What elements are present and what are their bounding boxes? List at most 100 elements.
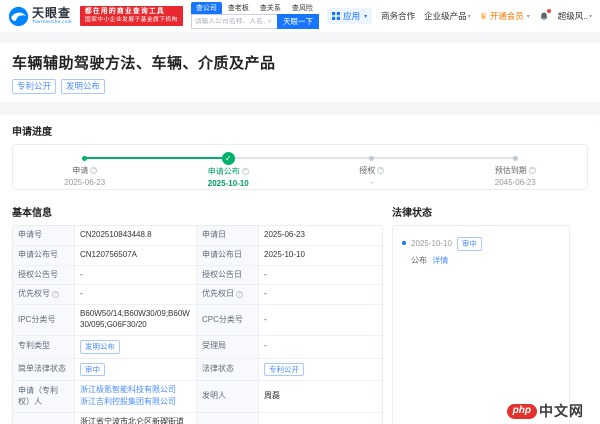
page-title: 车辆辅助驾驶方法、车辆、介质及产品 bbox=[12, 55, 276, 72]
user-name: 超级风.. bbox=[557, 11, 588, 21]
tab-search-risk[interactable]: 查风险 bbox=[287, 2, 318, 14]
nav-enterprise-products[interactable]: 企业级产品 ▾ bbox=[424, 10, 471, 22]
timeline-dot bbox=[369, 156, 375, 162]
tab-search-relation[interactable]: 查关系 bbox=[255, 2, 286, 14]
logo-domain: TianYanCha.com bbox=[32, 19, 72, 25]
chevron-down-icon: ▾ bbox=[526, 13, 530, 20]
patent-title-section: 车辆辅助驾驶方法、车辆、介质及产品 专利公开 发明公布 bbox=[0, 43, 600, 103]
legal-status-heading: 法律状态 bbox=[392, 208, 432, 220]
step-label: 授权 bbox=[359, 166, 376, 176]
legal-status-section: 法律状态 2025-10-10 审中 公布 详情 bbox=[392, 200, 570, 424]
banner-line2: 国家中小企业发展子基金旗下机构 bbox=[84, 16, 178, 23]
basic-info-table: 申请号 CN202510843448.8 申请日 2025-06-23 申请公布… bbox=[12, 225, 383, 424]
info-label: 法律状态 bbox=[197, 358, 259, 382]
divider-band bbox=[0, 102, 600, 116]
info-value: - bbox=[259, 285, 382, 306]
nav-open-membership[interactable]: ♛ 开通会员 ▾ bbox=[480, 10, 530, 22]
timeline-dot bbox=[82, 156, 88, 162]
patent-tag-invention: 发明公布 bbox=[61, 79, 106, 95]
patent-tag-public: 专利公开 bbox=[12, 79, 57, 95]
info-icon[interactable]: ? bbox=[377, 167, 385, 175]
basic-info-heading: 基本信息 bbox=[12, 208, 52, 220]
nav-business-cooperation[interactable]: 商务合作 bbox=[381, 10, 415, 22]
tianyancha-logo[interactable]: 天眼查 TianYanCha.com bbox=[8, 6, 72, 27]
info-label: 受理局 bbox=[197, 335, 259, 359]
info-icon[interactable]: ? bbox=[241, 168, 249, 176]
apps-label: 应用 bbox=[343, 11, 361, 21]
legal-status-item: 2025-10-10 审中 公布 详情 bbox=[402, 237, 560, 266]
info-icon[interactable]: ? bbox=[528, 167, 536, 175]
info-value: 周磊 bbox=[259, 381, 382, 413]
banner-line1: 都在用的商业查询工具 bbox=[84, 8, 165, 16]
info-value: 审中 bbox=[75, 358, 197, 382]
step-label: 申请公布 bbox=[207, 167, 240, 177]
logo-name: 天眼查 bbox=[32, 6, 72, 21]
info-value: 专利公开 bbox=[259, 358, 382, 382]
search-button[interactable]: 天眼一下 bbox=[277, 14, 320, 29]
search-input[interactable] bbox=[194, 18, 266, 25]
status-tag: 审中 bbox=[456, 237, 482, 251]
company-link[interactable]: 浙江极氪智能科技有限公司 bbox=[80, 385, 176, 396]
enterprise-label: 企业级产品 bbox=[424, 11, 467, 21]
user-account-menu[interactable]: 超级风.. ▾ bbox=[558, 10, 592, 22]
header-search: 查公司 查老板 查关系 查风险 × 天眼一下 bbox=[190, 2, 320, 29]
grid-icon bbox=[332, 12, 341, 20]
info-label: 简单法律状态 bbox=[13, 358, 75, 382]
step-label: 申请 bbox=[72, 166, 89, 176]
info-icon[interactable]: ? bbox=[52, 291, 59, 299]
timeline-step-application: 申请? 2025-06-23 bbox=[13, 145, 157, 189]
label-text: 优先权号 bbox=[18, 289, 50, 299]
info-value: 发明公布 bbox=[75, 335, 197, 359]
info-value: - bbox=[259, 305, 382, 336]
info-label: 邮编 bbox=[197, 412, 259, 424]
progress-heading: 申请进度 bbox=[12, 127, 52, 139]
info-label: 授权公告日 bbox=[197, 265, 259, 286]
tab-search-boss[interactable]: 查老板 bbox=[223, 2, 254, 14]
info-value: 315899 bbox=[259, 412, 382, 424]
patent-tags: 专利公开 发明公布 bbox=[12, 79, 588, 95]
notifications-button[interactable] bbox=[539, 8, 551, 22]
info-value: CN120756507A bbox=[75, 245, 197, 266]
info-label: CPC分类号 bbox=[197, 305, 259, 336]
membership-label: 开通会员 bbox=[489, 11, 524, 21]
status-dot bbox=[402, 241, 406, 246]
chevron-down-icon: ▾ bbox=[467, 13, 471, 20]
header-right-nav: 应用 ▾ 商务合作 企业级产品 ▾ ♛ 开通会员 ▾ 超级风.. ▾ bbox=[327, 8, 592, 24]
legal-desc: 公布 bbox=[411, 255, 427, 265]
chevron-down-icon: ▾ bbox=[364, 13, 368, 20]
info-label: IPC分类号 bbox=[13, 305, 75, 336]
info-label: 申请（专利权）人 bbox=[13, 381, 75, 413]
info-value: 2025-06-23 bbox=[259, 226, 382, 246]
legal-status-card: 2025-10-10 审中 公布 详情 bbox=[392, 225, 570, 424]
step-date: 2025-06-23 bbox=[64, 178, 106, 188]
info-value: - bbox=[75, 285, 197, 306]
info-value: CN202510843448.8 bbox=[75, 226, 197, 246]
status-tag: 审中 bbox=[80, 362, 105, 377]
info-value: B60W50/14;B60W30/09;B60W30/095;G06F30/20 bbox=[75, 305, 197, 336]
timeline-step-grant: 授权? - bbox=[300, 145, 444, 189]
watermark-text: 中文网 bbox=[539, 403, 584, 419]
info-label: 专利类型 bbox=[13, 335, 75, 359]
php-cn-watermark: php 中文网 bbox=[506, 401, 584, 421]
promo-banner: 都在用的商业查询工具 国家中小企业发展子基金旗下机构 bbox=[79, 6, 183, 26]
application-progress-timeline: 申请? 2025-06-23 ✓ 申请公布? 2025-10-10 授权? - … bbox=[12, 144, 588, 191]
basic-info-section: 基本信息 申请号 CN202510843448.8 申请日 2025-06-23… bbox=[12, 200, 383, 424]
info-label: 申请公布号 bbox=[13, 245, 75, 266]
search-tabs: 查公司 查老板 查关系 查风险 bbox=[190, 2, 319, 14]
company-link[interactable]: 浙江吉利控股集团有限公司 bbox=[80, 397, 176, 408]
apps-menu[interactable]: 应用 ▾ bbox=[327, 8, 373, 24]
timeline-step-expiry: 预估到期? 2045-06-23 bbox=[444, 145, 588, 189]
detail-link[interactable]: 详情 bbox=[432, 256, 448, 265]
tab-search-company[interactable]: 查公司 bbox=[190, 2, 222, 14]
clear-icon[interactable]: × bbox=[265, 17, 274, 26]
crown-icon: ♛ bbox=[479, 10, 488, 21]
info-label: 授权公告号 bbox=[13, 265, 75, 286]
step-label: 预估到期 bbox=[494, 166, 527, 176]
legal-date: 2025-10-10 bbox=[411, 239, 452, 249]
info-value: - bbox=[75, 265, 197, 286]
status-tag: 专利公开 bbox=[264, 362, 304, 377]
eye-logo-icon bbox=[8, 6, 29, 26]
info-icon[interactable]: ? bbox=[90, 167, 98, 175]
chevron-down-icon: ▾ bbox=[588, 13, 592, 20]
info-icon[interactable]: ? bbox=[236, 291, 243, 299]
